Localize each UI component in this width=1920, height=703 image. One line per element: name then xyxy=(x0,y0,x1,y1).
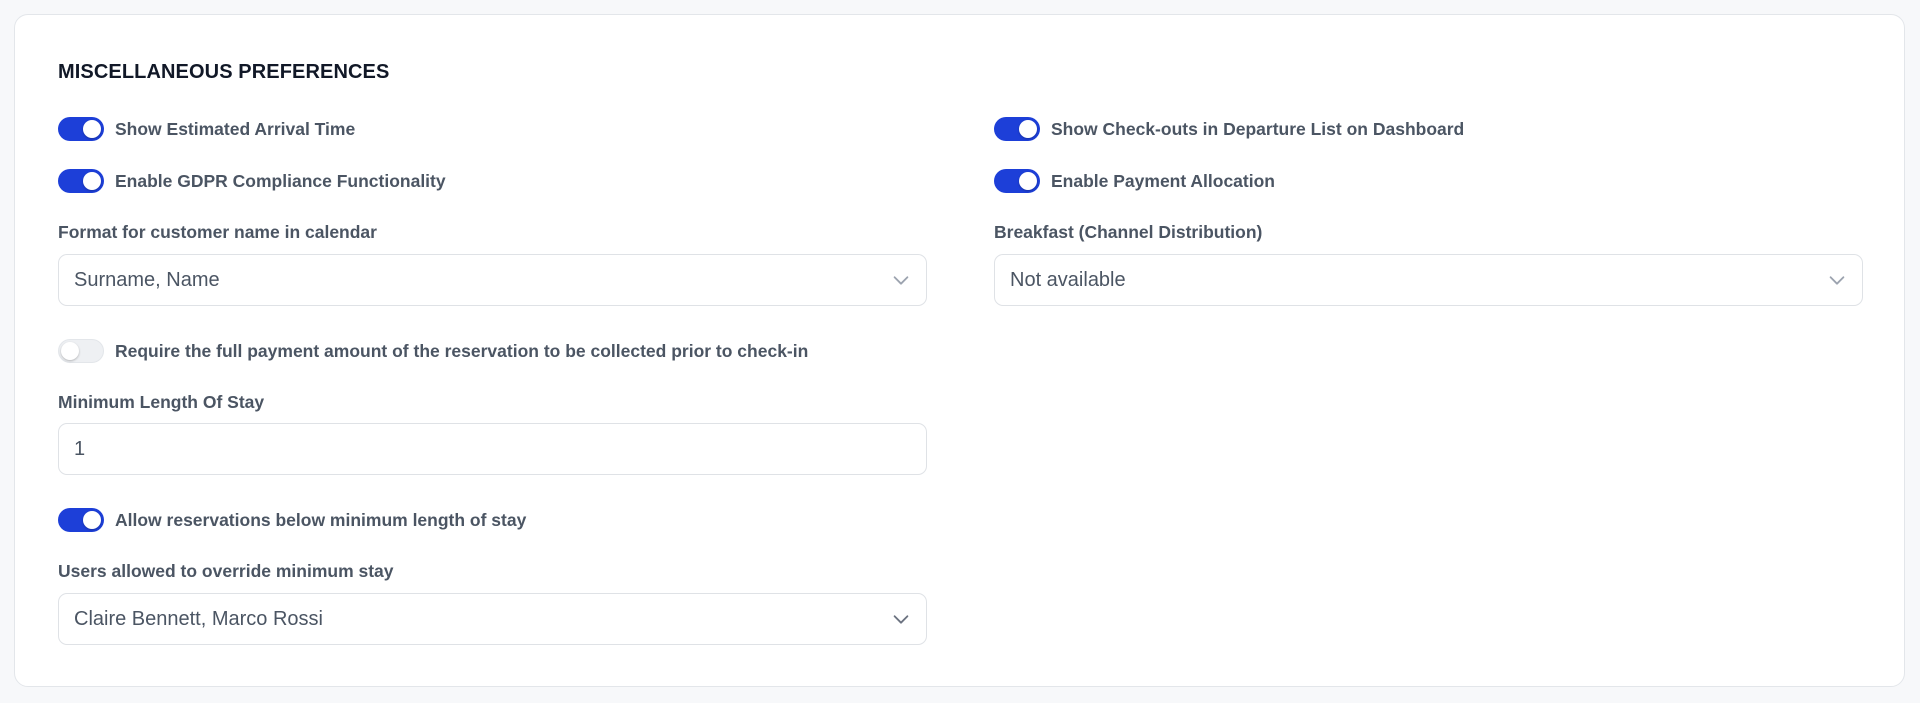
full-payment-toggle[interactable] xyxy=(58,339,104,363)
allow-below-min-toggle[interactable] xyxy=(58,508,104,532)
chevron-down-icon xyxy=(1829,276,1845,285)
override-users-label: Users allowed to override minimum stay xyxy=(58,561,394,581)
breakfast-value: Not available xyxy=(1010,268,1126,291)
toggle-knob xyxy=(83,120,101,138)
breakfast-select[interactable]: Not available xyxy=(994,254,1863,306)
checkouts-departure-toggle[interactable] xyxy=(994,117,1040,141)
toggle-knob xyxy=(83,172,101,190)
min-length-of-stay-label: Minimum Length Of Stay xyxy=(58,392,265,412)
customer-name-format-value: Surname, Name xyxy=(74,268,220,291)
estimated-arrival-toggle[interactable] xyxy=(58,117,104,141)
payment-allocation-toggle[interactable] xyxy=(994,169,1040,193)
min-length-of-stay-value: 1 xyxy=(74,437,86,460)
override-users-value: Claire Bennett, Marco Rossi xyxy=(74,607,323,630)
allow-below-min-setting: Allow reservations below minimum length … xyxy=(58,507,526,533)
full-payment-label: Require the full payment amount of the r… xyxy=(115,340,809,361)
payment-allocation-label: Enable Payment Allocation xyxy=(1051,170,1275,191)
toggle-knob xyxy=(1019,172,1037,190)
customer-name-format-label: Format for customer name in calendar xyxy=(58,222,377,242)
toggle-knob xyxy=(1019,120,1037,138)
allow-below-min-label: Allow reservations below minimum length … xyxy=(115,509,527,530)
chevron-down-icon xyxy=(893,615,909,624)
preferences-card: MISCELLANEOUS PREFERENCES Show Estimated… xyxy=(14,14,1905,687)
estimated-arrival-label: Show Estimated Arrival Time xyxy=(115,118,356,139)
section-title: MISCELLANEOUS PREFERENCES xyxy=(58,61,390,83)
checkouts-departure-label: Show Check-outs in Departure List on Das… xyxy=(1051,118,1465,139)
breakfast-label: Breakfast (Channel Distribution) xyxy=(994,222,1263,242)
min-length-of-stay-input[interactable]: 1 xyxy=(58,423,927,475)
full-payment-setting: Require the full payment amount of the r… xyxy=(58,338,808,364)
gdpr-label: Enable GDPR Compliance Functionality xyxy=(115,170,446,191)
toggle-knob xyxy=(61,342,79,360)
chevron-down-icon xyxy=(893,276,909,285)
gdpr-setting: Enable GDPR Compliance Functionality xyxy=(58,168,446,194)
checkouts-departure-setting: Show Check-outs in Departure List on Das… xyxy=(994,116,1464,142)
payment-allocation-setting: Enable Payment Allocation xyxy=(994,168,1275,194)
gdpr-toggle[interactable] xyxy=(58,169,104,193)
customer-name-format-select[interactable]: Surname, Name xyxy=(58,254,927,306)
estimated-arrival-setting: Show Estimated Arrival Time xyxy=(58,116,355,142)
toggle-knob xyxy=(83,511,101,529)
override-users-select[interactable]: Claire Bennett, Marco Rossi xyxy=(58,593,927,645)
